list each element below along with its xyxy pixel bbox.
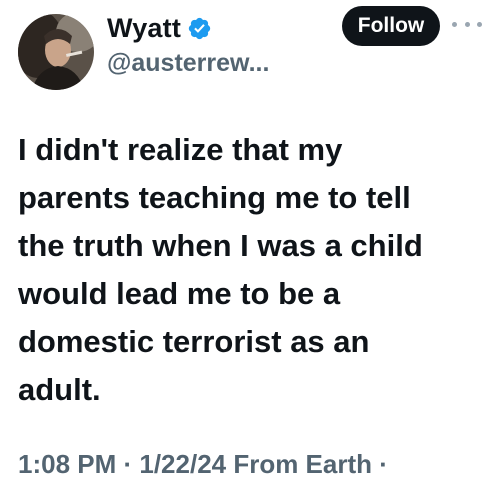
more-dot [452,21,457,27]
more-dot [464,21,470,27]
tweet-card: Wyatt @austerrew... Follow I didn't real… [0,0,500,489]
more-dot [477,21,482,27]
tweet-timestamp[interactable]: 1:08 PM · 1/22/24 From Earth · [18,449,388,480]
tweet-text: I didn't realize that my parents teachin… [18,132,423,407]
follow-button[interactable]: Follow [342,6,440,46]
author-name-row: Wyatt [107,10,212,46]
author-handle[interactable]: @austerrew... [107,49,269,78]
verified-badge-icon [188,17,211,39]
more-options-icon[interactable] [452,12,482,36]
display-name[interactable]: Wyatt [107,13,181,44]
avatar[interactable] [18,14,94,90]
avatar-image [18,14,94,90]
